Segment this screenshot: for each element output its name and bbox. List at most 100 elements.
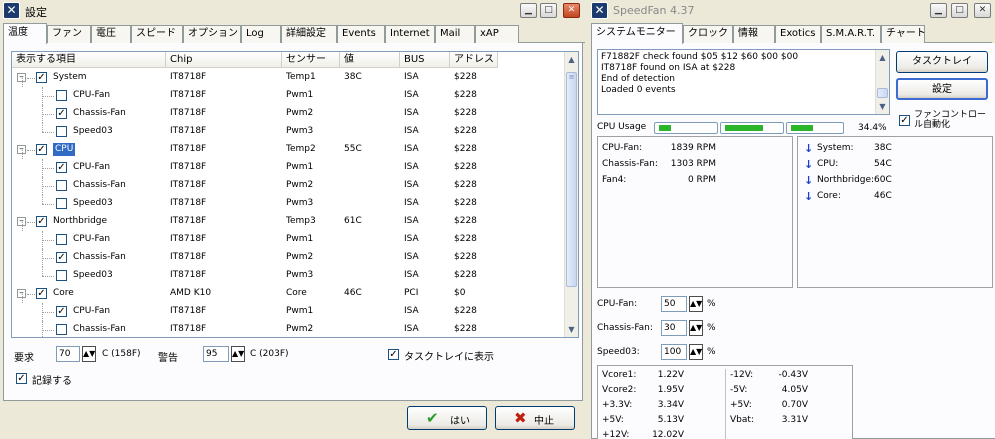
ok-button[interactable]: ✔ はい <box>407 406 487 430</box>
speed-input[interactable]: 100 <box>661 344 687 360</box>
temp-name: System: <box>817 143 854 153</box>
sensor-sub-row[interactable]: ✓ CPU-Fan IT8718F Pwm1 ISA $228 <box>12 303 564 321</box>
scroll-thumb[interactable] <box>877 88 888 98</box>
sensor-checkbox[interactable]: ✓ <box>56 306 67 317</box>
sensor-sub-row[interactable]: CPU-Fan IT8718F Pwm1 ISA $228 <box>12 87 564 105</box>
scroll-up-arrow-icon[interactable]: ▲ <box>876 51 889 64</box>
sensor-checkbox[interactable] <box>56 270 67 281</box>
scroll-down-arrow-icon[interactable]: ▼ <box>565 323 578 336</box>
sensor-checkbox[interactable]: ✓ <box>56 162 67 173</box>
speedfan-tabs: システムモニター クロック 情報 Exotics S.M.A.R.T. チャート <box>591 23 992 44</box>
auto-fan-label: ファンコントロール自動化 <box>914 110 987 130</box>
sensor-sub-row[interactable]: Chassis-Fan IT8718F Pwm2 ISA $228 <box>12 177 564 195</box>
sensor-sub-row[interactable]: CPU-Fan IT8718F Pwm1 ISA $228 <box>12 231 564 249</box>
scroll-up-arrow-icon[interactable]: ▲ <box>565 53 578 66</box>
sensor-list-scrollbar[interactable]: ▲ ≡ ▼ <box>564 52 578 337</box>
sensor-group-row[interactable]: – ✓ CPU IT8718F Temp2 55C ISA $228 <box>12 141 564 159</box>
tab-internet[interactable]: Internet <box>385 25 435 43</box>
tab-voltage[interactable]: 電圧 <box>91 25 131 43</box>
log-scrollbar[interactable]: ▲ ▼ <box>875 50 889 114</box>
maximize-button[interactable]: □ <box>540 3 557 18</box>
speedfan-window: ✕ SpeedFan 4.37 ▁ □ ✕ システムモニター クロック 情報 E… <box>588 0 995 439</box>
sensor-checkbox[interactable] <box>56 324 67 335</box>
column-header-item[interactable]: 表示する項目 <box>12 52 166 68</box>
speed-input[interactable]: 30 <box>661 320 687 336</box>
scroll-thumb[interactable]: ≡ <box>566 72 577 287</box>
tab-system-monitor[interactable]: システムモニター <box>591 23 683 44</box>
close-button[interactable]: ✕ <box>974 3 991 18</box>
sensor-sub-row[interactable]: Speed03 IT8718F Pwm3 ISA $228 <box>12 267 564 285</box>
sensor-checkbox[interactable] <box>56 198 67 209</box>
sensor-sub-row[interactable]: ✓ CPU-Fan IT8718F Pwm1 ISA $228 <box>12 159 564 177</box>
voltage-name: +5V: <box>602 415 624 425</box>
bus-cell: ISA <box>404 198 419 208</box>
tab-mail[interactable]: Mail <box>435 25 475 43</box>
minimize-button[interactable]: ▁ <box>520 3 537 18</box>
sensor-group-row[interactable]: – ✓ Northbridge IT8718F Temp3 61C ISA $228 <box>12 213 564 231</box>
sensor-sub-row[interactable]: ✓ Chassis-Fan IT8718F Pwm2 ISA $228 <box>12 105 564 123</box>
column-header-sensor[interactable]: センサー <box>282 52 340 68</box>
tab-smart[interactable]: S.M.A.R.T. <box>821 25 881 43</box>
speed-spinner-icon[interactable]: ▲▼ <box>689 344 703 360</box>
tab-log[interactable]: Log <box>241 25 281 43</box>
sensor-checkbox[interactable]: ✓ <box>56 252 67 263</box>
cpu-usage-gauge-2 <box>720 122 784 134</box>
sensor-checkbox[interactable] <box>56 126 67 137</box>
sensor-checkbox[interactable] <box>56 234 67 245</box>
tab-fan[interactable]: ファン <box>47 25 91 43</box>
tab-options[interactable]: オプション <box>183 25 241 43</box>
close-button[interactable]: ✕ <box>563 3 580 18</box>
sensor-checkbox[interactable]: ✓ <box>36 72 47 83</box>
speedfan-titlebar[interactable]: ✕ SpeedFan 4.37 ▁ □ ✕ <box>588 0 995 22</box>
sensor-sub-row[interactable]: Speed03 IT8718F Pwm3 ISA $228 <box>12 195 564 213</box>
tab-temperature[interactable]: 温度 <box>3 23 47 44</box>
sensor-group-row[interactable]: – ✓ System IT8718F Temp1 38C ISA $228 <box>12 69 564 87</box>
column-header-chip[interactable]: Chip <box>166 52 282 68</box>
tab-chart[interactable]: チャート <box>881 25 926 43</box>
desired-spinner-icon[interactable]: ▲▼ <box>82 346 96 362</box>
settings-titlebar[interactable]: ✕ 設定 ▁ □ ✕ <box>0 0 588 22</box>
ok-label: はい <box>450 416 470 427</box>
tab-clock[interactable]: クロック <box>683 25 733 43</box>
bus-cell: ISA <box>404 324 419 334</box>
tree-connector <box>42 96 54 97</box>
tree-connector <box>42 258 54 259</box>
tab-events[interactable]: Events <box>337 25 385 43</box>
sensor-checkbox[interactable] <box>56 90 67 101</box>
tray-checkbox[interactable]: ✓ <box>388 349 399 360</box>
tab-speed[interactable]: スピード <box>131 25 183 43</box>
scroll-down-arrow-icon[interactable]: ▼ <box>876 100 889 113</box>
warning-temp-input[interactable]: 95 <box>203 346 229 362</box>
settings-tabs: 温度 ファン 電圧 スピード オプション Log 詳細設定 Events Int… <box>3 23 585 44</box>
log-checkbox[interactable]: ✓ <box>16 373 27 384</box>
speed-spinner-icon[interactable]: ▲▼ <box>689 320 703 336</box>
sensor-sub-row[interactable]: ✓ Chassis-Fan IT8718F Pwm2 ISA $228 <box>12 249 564 267</box>
column-header-address[interactable]: アドレス <box>450 52 498 68</box>
sensor-checkbox[interactable]: ✓ <box>36 288 47 299</box>
tab-xap[interactable]: xAP <box>475 25 519 43</box>
sensor-checkbox[interactable]: ✓ <box>36 216 47 227</box>
sensor-checkbox[interactable] <box>56 180 67 191</box>
warning-spinner-icon[interactable]: ▲▼ <box>231 346 245 362</box>
voltage-name: -12V: <box>730 370 754 380</box>
sensor-group-row[interactable]: – ✓ Core AMD K10 Core 46C PCI $0 <box>12 285 564 303</box>
tree-connector <box>42 240 54 241</box>
column-header-bus[interactable]: BUS <box>400 52 450 68</box>
column-header-value[interactable]: 値 <box>340 52 400 68</box>
auto-fan-checkbox[interactable]: ✓ <box>899 115 910 126</box>
tab-exotics[interactable]: Exotics <box>775 25 821 43</box>
sensor-checkbox[interactable]: ✓ <box>36 144 47 155</box>
sensor-sub-row[interactable]: Speed03 IT8718F Pwm3 ISA $228 <box>12 123 564 141</box>
cancel-button[interactable]: ✖ 中止 <box>495 406 575 430</box>
minimize-to-tray-button[interactable]: タスクトレイ <box>896 51 988 73</box>
tab-advanced[interactable]: 詳細設定 <box>281 25 337 43</box>
sensor-checkbox[interactable]: ✓ <box>56 108 67 119</box>
desired-temp-input[interactable]: 70 <box>56 346 80 362</box>
tab-info[interactable]: 情報 <box>733 25 775 43</box>
maximize-button[interactable]: □ <box>951 3 968 18</box>
speed-input[interactable]: 50 <box>661 296 687 312</box>
configure-button[interactable]: 設定 <box>896 78 988 100</box>
sensor-sub-row[interactable]: Chassis-Fan IT8718F Pwm2 ISA $228 <box>12 321 564 337</box>
minimize-button[interactable]: ▁ <box>930 3 947 18</box>
speed-spinner-icon[interactable]: ▲▼ <box>689 296 703 312</box>
